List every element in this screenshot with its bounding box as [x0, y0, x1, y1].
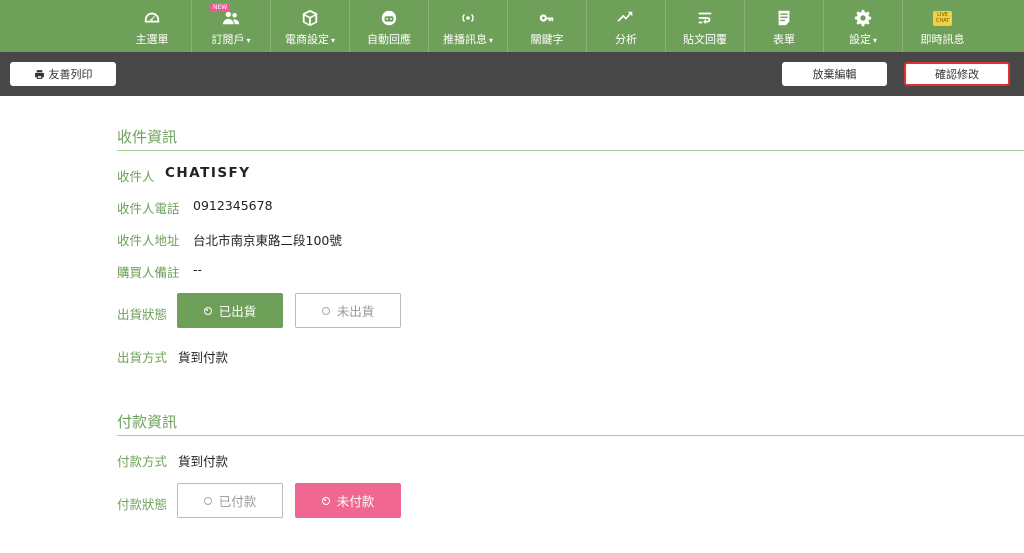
nav-item-settings[interactable]: 設定 ▾: [824, 0, 903, 52]
recipient-phone-value: 0912345678: [193, 198, 273, 213]
recipient-name-label: 收件人: [117, 169, 155, 184]
nav-label: 主選單: [135, 33, 169, 46]
paid-label: 已付款: [218, 494, 257, 509]
shipping-method-value: 貨到付款: [178, 350, 229, 365]
nav-label: 自動回應: [367, 33, 411, 46]
broadcast-icon: [458, 9, 478, 27]
payment-section-divider: [117, 435, 1024, 436]
nav-label: 電商設定 ▾: [284, 33, 335, 46]
shipping-status-label: 出貨狀態: [117, 307, 168, 322]
nav-label: 訂閱戶 ▾: [211, 33, 251, 46]
nav-item-forms[interactable]: 表單: [745, 0, 824, 52]
unpaid-label: 未付款: [336, 494, 375, 509]
box-icon: [300, 9, 320, 27]
nav-item-ecommerce[interactable]: 電商設定 ▾: [271, 0, 350, 52]
buyer-note-label: 購買人備註: [117, 265, 180, 280]
chart-icon: [616, 9, 636, 27]
radio-selected-icon: [321, 496, 330, 505]
not-shipped-option-button[interactable]: 未出貨: [295, 293, 401, 328]
nav-label: 分析: [615, 33, 637, 46]
buyer-note-value: --: [193, 262, 203, 277]
print-label: 友善列印: [48, 68, 93, 81]
radio-unselected-icon: [321, 306, 330, 315]
shipped-label: 已出貨: [218, 304, 257, 319]
payment-method-label: 付款方式: [117, 454, 168, 469]
top-nav: 主選單 NEW 訂閱戶 ▾ 電商設定 ▾ 自動回應 推播訊息 ▾ 關鍵字 分析 …: [0, 0, 1024, 52]
nav-item-auto-reply[interactable]: 自動回應: [350, 0, 429, 52]
confirm-label: 確認修改: [935, 68, 979, 81]
recipient-address-label: 收件人地址: [117, 233, 180, 248]
form-icon: [774, 9, 794, 27]
recipient-address-value: 台北市南京東路二段100號: [193, 233, 342, 248]
recipient-section-title: 收件資訊: [117, 128, 178, 146]
payment-section-title: 付款資訊: [117, 413, 178, 431]
payment-status-label: 付款狀態: [117, 497, 168, 512]
confirm-edit-button[interactable]: 確認修改: [904, 62, 1010, 86]
action-toolbar: 友善列印 放棄編輯 確認修改: [0, 52, 1024, 96]
paid-option-button[interactable]: 已付款: [177, 483, 283, 518]
discard-label: 放棄編輯: [812, 68, 857, 81]
recipient-section-divider: [117, 150, 1024, 151]
not-shipped-label: 未出貨: [336, 304, 375, 319]
discard-edit-button[interactable]: 放棄編輯: [782, 62, 887, 86]
key-icon: [537, 9, 557, 27]
unpaid-option-button[interactable]: 未付款: [295, 483, 401, 518]
shipped-option-button[interactable]: 已出貨: [177, 293, 283, 328]
recipient-phone-label: 收件人電話: [117, 201, 180, 216]
nav-item-keywords[interactable]: 關鍵字: [508, 0, 587, 52]
radio-unselected-icon: [203, 496, 212, 505]
chat-text: CHAT: [935, 18, 950, 24]
nav-item-live-chat[interactable]: LIVE CHAT 即時訊息: [903, 0, 982, 52]
nav-label: 推播訊息 ▾: [442, 33, 493, 46]
nav-item-main-menu[interactable]: 主選單: [113, 0, 192, 52]
recipient-name-value: CHATISFY: [165, 165, 251, 181]
printer-icon: [34, 69, 44, 79]
nav-label: 關鍵字: [530, 33, 564, 46]
nav-label: 即時訊息: [920, 33, 965, 46]
nav-label: 貼文回覆: [683, 33, 727, 46]
payment-method-value: 貨到付款: [178, 454, 229, 469]
nav-item-broadcast[interactable]: 推播訊息 ▾: [429, 0, 508, 52]
nav-label: 表單: [773, 33, 795, 46]
reply-icon: [695, 9, 715, 27]
live-chat-icon: LIVE CHAT: [933, 9, 953, 27]
nav-item-subscribers[interactable]: NEW 訂閱戶 ▾: [192, 0, 271, 52]
dashboard-icon: [142, 9, 162, 27]
shipping-method-label: 出貨方式: [117, 350, 168, 365]
nav-item-analytics[interactable]: 分析: [587, 0, 666, 52]
nav-item-post-reply[interactable]: 貼文回覆: [666, 0, 745, 52]
bot-icon: [379, 9, 399, 27]
gear-icon: [853, 9, 873, 27]
new-badge: NEW: [210, 3, 231, 12]
nav-label: 設定 ▾: [848, 33, 877, 46]
print-button[interactable]: 友善列印: [10, 62, 116, 86]
radio-selected-icon: [203, 306, 212, 315]
